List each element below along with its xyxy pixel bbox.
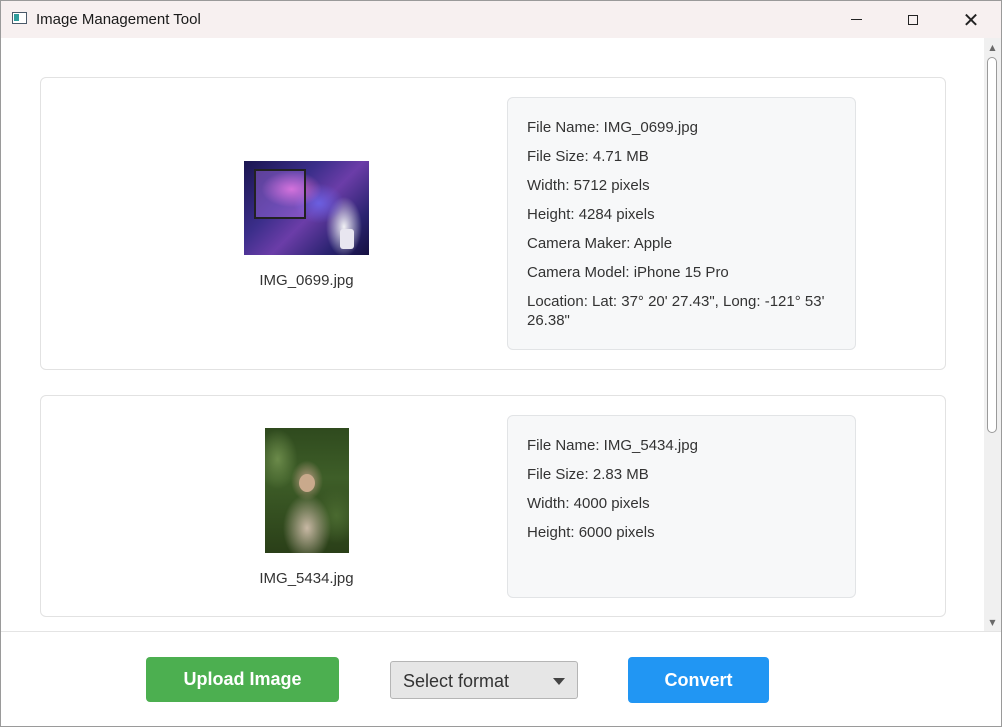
image-details-panel: File Name: IMG_5434.jpg File Size: 2.83 … (507, 415, 856, 598)
action-bar: Upload Image Select format Convert (1, 631, 1001, 726)
close-icon: ✕ (962, 7, 980, 32)
minimize-button[interactable] (827, 1, 885, 38)
camera-maker-detail: Camera Maker: Apple (527, 235, 673, 252)
thumbnail-group: IMG_0699.jpg (244, 161, 369, 289)
image-list: IMG_0699.jpg File Name: IMG_0699.jpg Fil… (1, 38, 984, 631)
image-caption: IMG_0699.jpg (259, 272, 354, 289)
maximize-icon (908, 14, 918, 25)
image-card: IMG_5434.jpg File Name: IMG_5434.jpg Fil… (40, 395, 946, 617)
maximize-button[interactable] (884, 1, 942, 38)
format-select[interactable]: Select format (390, 661, 578, 699)
title-bar: Image Management Tool ✕ (1, 1, 1001, 38)
chevron-down-icon (553, 678, 565, 685)
height-detail: Height: 6000 pixels (527, 524, 655, 541)
close-button[interactable]: ✕ (942, 1, 1000, 38)
thumbnail-group: IMG_5434.jpg (244, 428, 369, 587)
scroll-down-icon[interactable]: ▼ (984, 615, 1001, 629)
image-thumbnail[interactable] (244, 161, 369, 255)
scroll-up-icon[interactable]: ▲ (984, 40, 1001, 54)
file-size-detail: File Size: 2.83 MB (527, 466, 649, 483)
file-name-detail: File Name: IMG_0699.jpg (527, 119, 698, 136)
vertical-scrollbar[interactable]: ▲ ▼ (984, 38, 1001, 631)
window-title: Image Management Tool (36, 11, 201, 28)
file-size-detail: File Size: 4.71 MB (527, 148, 649, 165)
location-detail: Location: Lat: 37° 20' 27.43", Long: -12… (527, 293, 825, 329)
app-window: Image Management Tool ✕ IMG_0699.jpg Fil… (0, 0, 1002, 727)
height-detail: Height: 4284 pixels (527, 206, 655, 223)
image-caption: IMG_5434.jpg (259, 570, 354, 587)
upload-image-button[interactable]: Upload Image (146, 657, 339, 702)
minimize-icon (850, 19, 862, 20)
convert-button[interactable]: Convert (628, 657, 769, 703)
format-select-value: Select format (403, 671, 510, 691)
camera-model-detail: Camera Model: iPhone 15 Pro (527, 264, 729, 281)
image-thumbnail[interactable] (264, 428, 349, 553)
image-details-panel: File Name: IMG_0699.jpg File Size: 4.71 … (507, 97, 856, 350)
image-card: IMG_0699.jpg File Name: IMG_0699.jpg Fil… (40, 77, 946, 370)
app-window-icon (12, 12, 27, 24)
width-detail: Width: 4000 pixels (527, 495, 650, 512)
width-detail: Width: 5712 pixels (527, 177, 650, 194)
file-name-detail: File Name: IMG_5434.jpg (527, 437, 698, 454)
scrollbar-thumb[interactable] (987, 57, 997, 433)
